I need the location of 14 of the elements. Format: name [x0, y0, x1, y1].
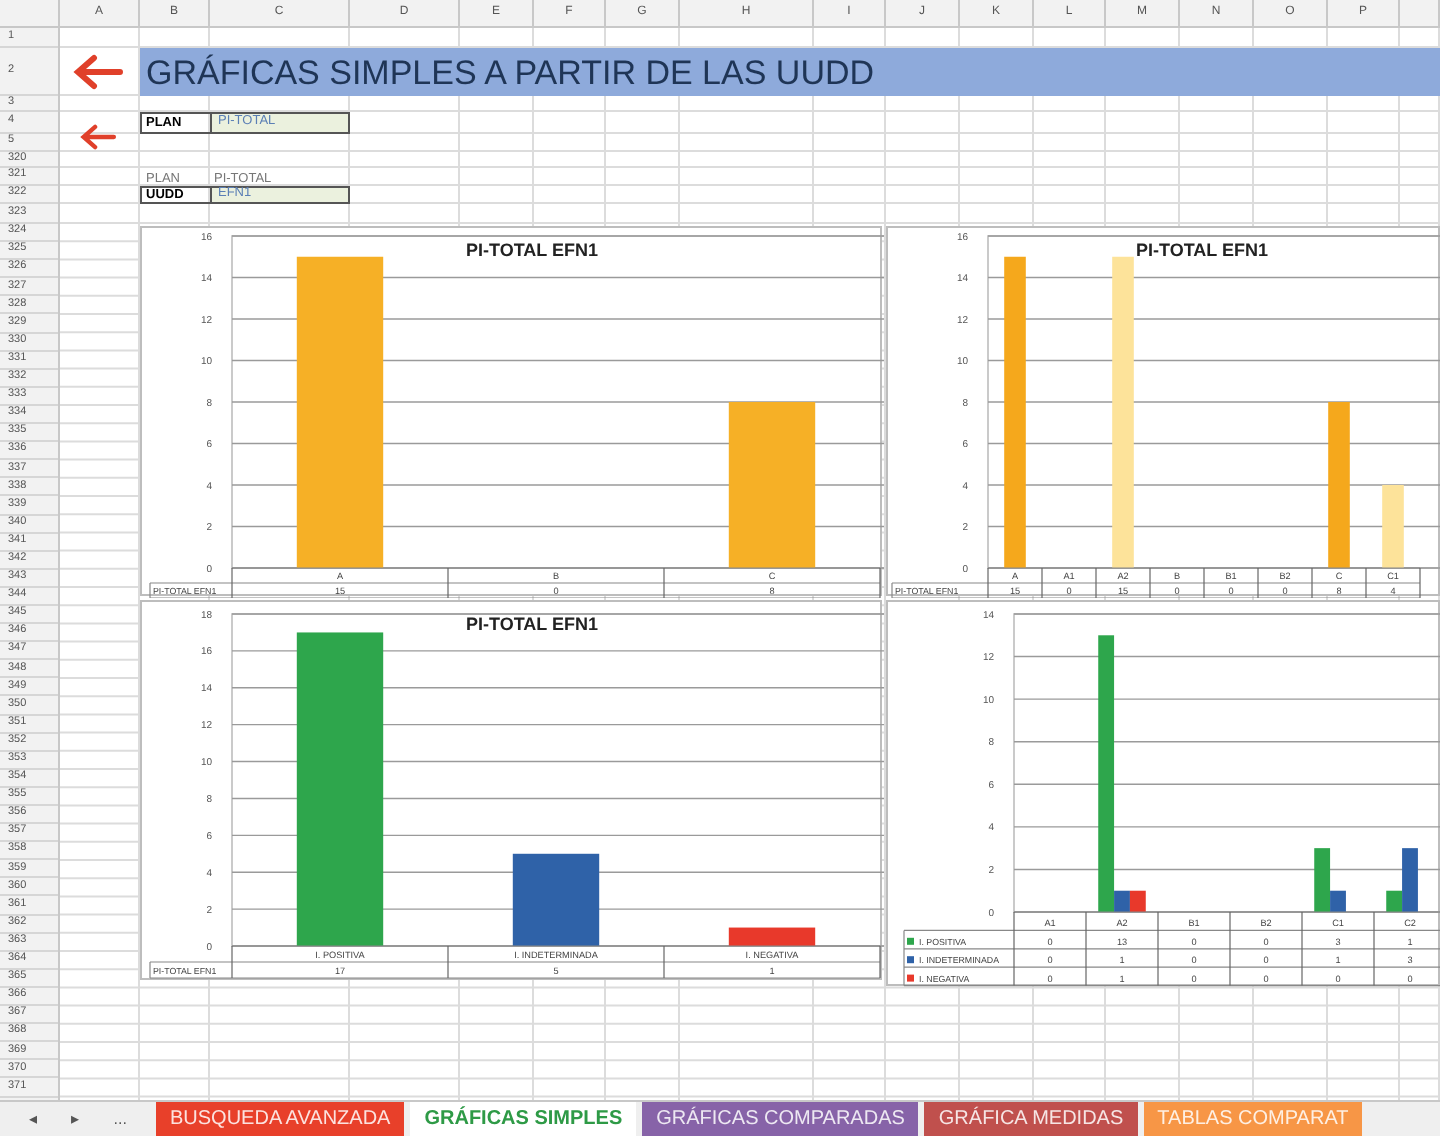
- arrow-left-icon: [76, 124, 120, 150]
- arrow-left-icon: [72, 54, 124, 90]
- sheet-nav-button[interactable]: ...: [113, 1107, 127, 1131]
- chart-title: PI-TOTAL EFN1: [466, 614, 598, 634]
- bar: [1382, 485, 1404, 568]
- chart-title: PI-TOTAL EFN1: [466, 240, 598, 260]
- sheet-nav-button[interactable]: ◂: [29, 1107, 38, 1131]
- bar: [512, 853, 600, 946]
- sheet-nav-button[interactable]: ▸: [71, 1107, 80, 1131]
- sheet-tab[interactable]: GRÁFICAS SIMPLES: [410, 1102, 637, 1136]
- sheet-tab[interactable]: GRÁFICAS COMPARADAS: [642, 1102, 919, 1136]
- chart-title: PI-TOTAL EFN1: [1136, 240, 1268, 260]
- sheet-title: GRÁFICAS SIMPLES A PARTIR DE LAS UUDD: [146, 55, 875, 89]
- sheet-tab[interactable]: GRÁFICA MEDIDAS: [924, 1102, 1138, 1136]
